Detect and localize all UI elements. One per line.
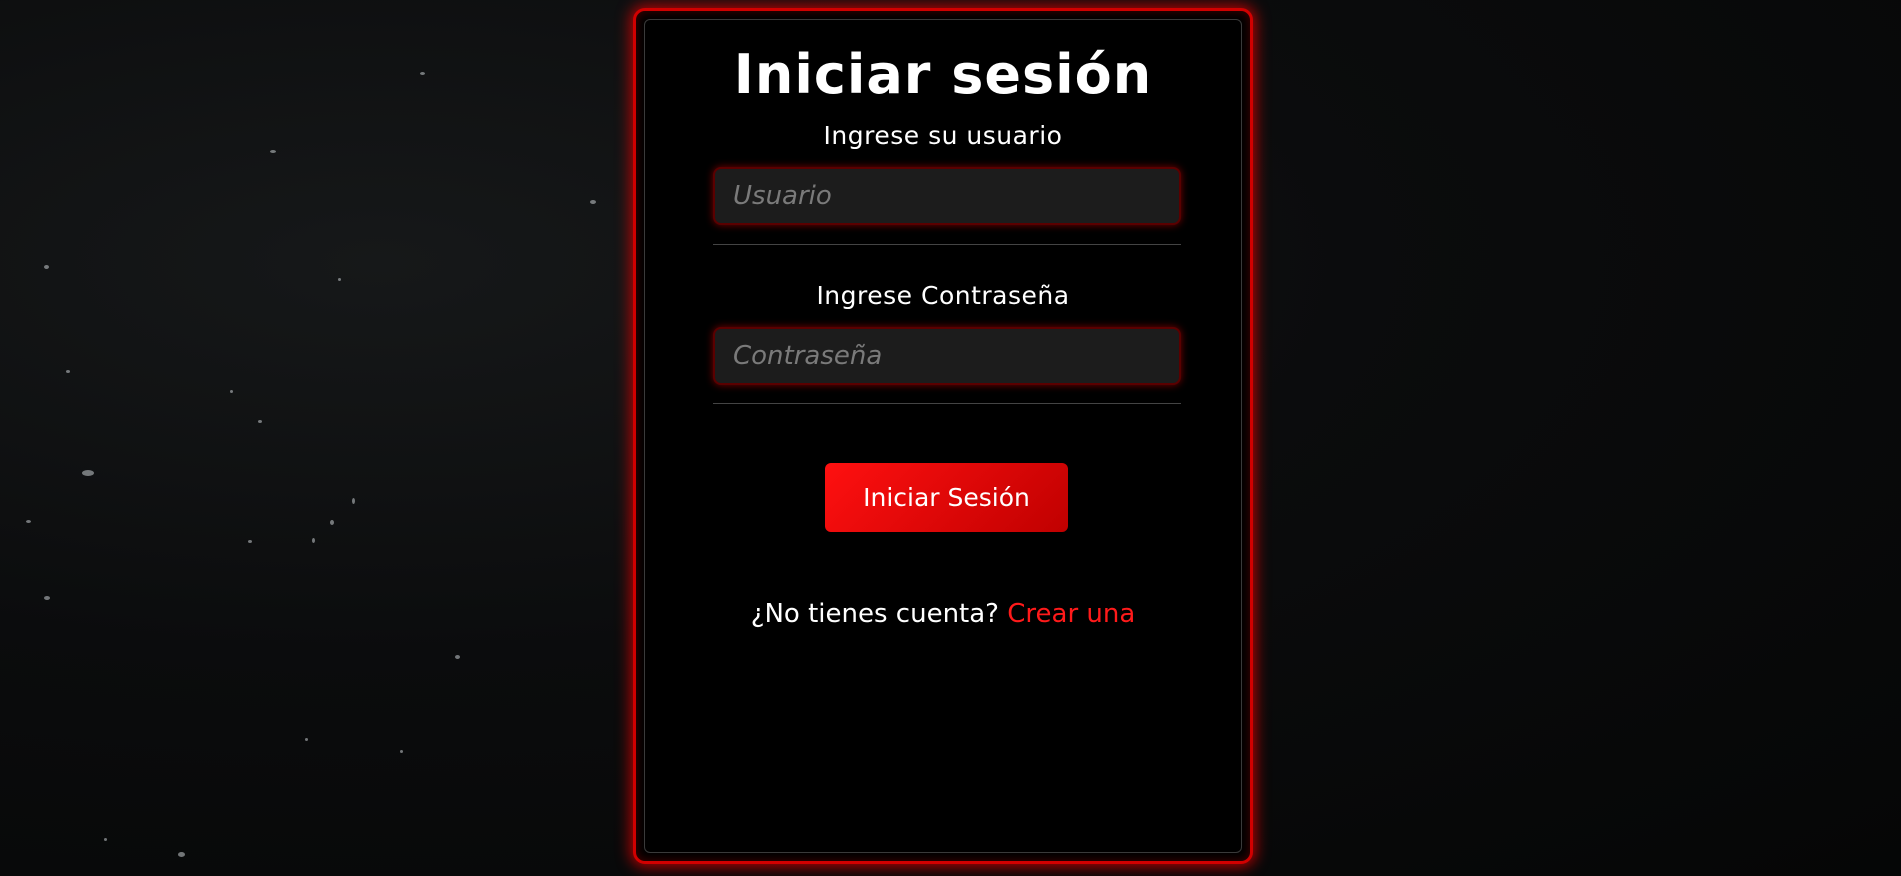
login-button[interactable]: Iniciar Sesión — [825, 463, 1068, 532]
page-title: Iniciar sesión — [733, 43, 1153, 106]
login-card: Iniciar sesión Ingrese su usuario Ingres… — [633, 8, 1253, 864]
create-account-link[interactable]: Crear una — [1007, 599, 1135, 629]
username-label: Ingrese su usuario — [823, 121, 1063, 150]
username-divider — [713, 244, 1181, 245]
signup-prompt: ¿No tienes cuenta? — [750, 599, 999, 629]
signup-row: ¿No tienes cuenta? Crear una — [636, 599, 1250, 629]
password-input[interactable] — [713, 327, 1181, 385]
username-input[interactable] — [713, 167, 1181, 225]
password-divider — [713, 403, 1181, 404]
password-label: Ingrese Contraseña — [816, 281, 1070, 310]
